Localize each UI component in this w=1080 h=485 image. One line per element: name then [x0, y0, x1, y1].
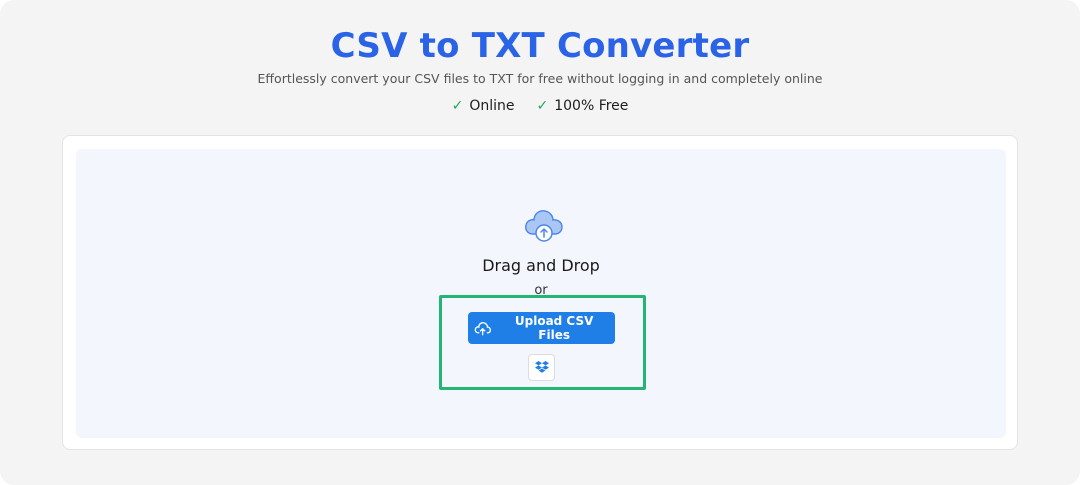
highlight-box: [439, 295, 646, 390]
page-frame: CSV to TXT Converter Effortlessly conver…: [0, 0, 1080, 485]
cloud-upload-icon: [525, 210, 563, 242]
page-title: CSV to TXT Converter: [330, 26, 750, 66]
feature-label: 100% Free: [554, 98, 629, 114]
check-icon: ✓: [451, 98, 464, 114]
page-subtitle: Effortlessly convert your CSV files to T…: [257, 71, 823, 86]
check-icon: ✓: [536, 98, 549, 114]
feature-online: ✓ Online: [452, 98, 515, 114]
feature-free: ✓ 100% Free: [536, 98, 628, 114]
drag-drop-label: Drag and Drop: [482, 256, 600, 275]
feature-list: ✓ Online ✓ 100% Free: [0, 98, 1080, 114]
feature-label: Online: [469, 98, 515, 114]
drop-zone[interactable]: Drag and Drop or: [76, 149, 1006, 438]
upload-card: Drag and Drop or: [62, 135, 1018, 450]
